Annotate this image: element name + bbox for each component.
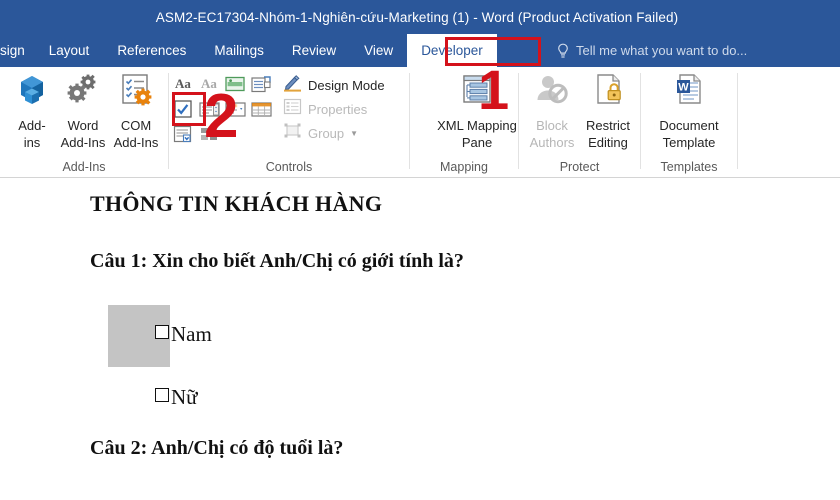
document-question-2: Câu 2: Anh/Chị có độ tuổi là? xyxy=(90,437,344,459)
com-addins-list-gear-icon xyxy=(116,71,156,116)
group-button[interactable]: Group ▼ xyxy=(283,121,385,145)
ribbon-group-templates: W Document Template Templates xyxy=(641,67,737,177)
document-template-word-icon: W xyxy=(669,71,709,116)
window-title: ASM2-EC17304-Nhóm-1-Nghiên-cứu-Marketing… xyxy=(155,9,679,25)
document-option-nu[interactable]: Nữ xyxy=(155,385,198,410)
ribbon-group-mapping: XML Mapping Pane Mapping xyxy=(410,67,518,177)
properties-icon xyxy=(283,98,302,120)
design-mode-button[interactable]: Design Mode xyxy=(283,73,385,97)
svg-text:W: W xyxy=(678,82,689,94)
controls-command-list: Design Mode Properties Group ▼ xyxy=(283,73,385,145)
lightbulb-icon xyxy=(556,43,570,59)
tab-references[interactable]: References xyxy=(103,34,200,67)
ribbon-group-addins: Add- ins Word Add-Ins COM Add-Ins Add-In… xyxy=(0,67,168,177)
group-icon xyxy=(283,122,302,144)
document-heading: THÔNG TIN KHÁCH HÀNG xyxy=(90,191,383,216)
com-addins-button[interactable]: COM Add-Ins xyxy=(106,71,166,150)
tab-review[interactable]: Review xyxy=(278,34,350,67)
option-nu-label: Nữ xyxy=(171,385,198,409)
option-nam-label: Nam xyxy=(171,322,212,346)
design-mode-label: Design Mode xyxy=(308,77,385,93)
legacy-tools-icon[interactable] xyxy=(198,123,220,145)
block-authors-button[interactable]: Block Authors xyxy=(522,71,582,150)
repeating-section-content-control-icon[interactable] xyxy=(172,123,194,145)
group-label-addins: Add-Ins xyxy=(62,160,106,174)
com-addins-label-line1: COM xyxy=(120,118,152,133)
restrict-editing-label-line2: Editing xyxy=(588,135,628,150)
tab-view[interactable]: View xyxy=(350,34,407,67)
document-template-button[interactable]: W Document Template xyxy=(649,71,729,150)
check-box-content-control-icon[interactable] xyxy=(172,98,194,120)
chevron-down-icon[interactable]: ▼ xyxy=(350,129,358,138)
ribbon: Add- ins Word Add-Ins COM Add-Ins Add-In… xyxy=(0,67,840,178)
tell-me-search[interactable]: Tell me what you want to do... xyxy=(556,34,747,67)
xml-mapping-label-line2: Pane xyxy=(461,135,493,150)
plain-text-content-control-icon[interactable]: Aa xyxy=(198,73,220,95)
document-question-1: Câu 1: Xin cho biết Anh/Chị có giới tính… xyxy=(90,250,464,272)
group-label-controls: Controls xyxy=(265,160,313,174)
date-picker-content-control-icon[interactable] xyxy=(250,98,272,120)
ribbon-group-protect: Block Authors Restrict Editing Protect xyxy=(519,67,640,177)
combo-box-content-control-icon[interactable] xyxy=(198,98,220,120)
word-window: ASM2-EC17304-Nhóm-1-Nghiên-cứu-Marketing… xyxy=(0,0,840,500)
addins-label-line2: ins xyxy=(23,135,41,150)
properties-label: Properties xyxy=(308,101,368,117)
tab-mailings[interactable]: Mailings xyxy=(200,34,278,67)
picture-content-control-icon[interactable] xyxy=(224,73,246,95)
plain-text-glyph: Aa xyxy=(201,76,217,91)
addins-label-line1: Add- xyxy=(18,118,46,133)
drop-down-list-content-control-icon[interactable] xyxy=(224,98,246,120)
group-label: Group xyxy=(308,125,345,141)
ribbon-group-controls: Aa Aa Design Mode Properties Group ▼ Con… xyxy=(169,67,409,177)
group-label-templates: Templates xyxy=(660,160,718,174)
document-template-label-line1: Document xyxy=(659,118,719,133)
addins-cube-icon xyxy=(12,71,52,116)
restrict-editing-button[interactable]: Restrict Editing xyxy=(578,71,638,150)
checkbox-nu-icon[interactable] xyxy=(155,388,169,402)
rich-text-glyph: Aa xyxy=(175,76,191,91)
title-bar: ASM2-EC17304-Nhóm-1-Nghiên-cứu-Marketing… xyxy=(0,0,840,34)
rich-text-content-control-icon[interactable]: Aa xyxy=(172,73,194,95)
xml-mapping-pane-icon xyxy=(457,71,497,116)
tab-design[interactable]: sign xyxy=(0,34,35,67)
group-label-protect: Protect xyxy=(559,160,600,174)
document-option-nam[interactable]: Nam xyxy=(155,322,212,347)
block-authors-label-line2: Authors xyxy=(529,135,575,150)
properties-button[interactable]: Properties xyxy=(283,97,385,121)
building-block-gallery-content-control-icon[interactable] xyxy=(250,73,272,95)
checkbox-nam-icon[interactable] xyxy=(155,325,169,339)
tell-me-text: Tell me what you want to do... xyxy=(576,43,748,58)
word-addins-button[interactable]: Word Add-Ins xyxy=(53,71,113,150)
ribbon-tabs: sign Layout References Mailings Review V… xyxy=(0,34,497,67)
group-label-mapping: Mapping xyxy=(440,160,488,174)
design-mode-icon xyxy=(283,74,302,97)
restrict-editing-label-line1: Restrict xyxy=(585,118,631,133)
com-addins-label-line2: Add-Ins xyxy=(113,135,159,150)
xml-mapping-label-line1: XML Mapping xyxy=(437,118,517,133)
word-addins-label-line2: Add-Ins xyxy=(60,135,106,150)
group-separator-5 xyxy=(737,73,738,169)
tab-developer[interactable]: Developer xyxy=(407,34,497,67)
tab-layout[interactable]: Layout xyxy=(35,34,104,67)
ribbon-tab-strip: sign Layout References Mailings Review V… xyxy=(0,34,840,67)
word-addins-gears-icon xyxy=(63,71,103,116)
word-addins-label-line1: Word xyxy=(67,118,99,133)
document-template-label-line2: Template xyxy=(662,135,716,150)
xml-mapping-pane-button[interactable]: XML Mapping Pane xyxy=(434,71,520,150)
block-authors-label-line1: Block xyxy=(536,118,568,133)
restrict-editing-lock-icon xyxy=(588,71,628,116)
block-authors-icon xyxy=(532,71,572,116)
